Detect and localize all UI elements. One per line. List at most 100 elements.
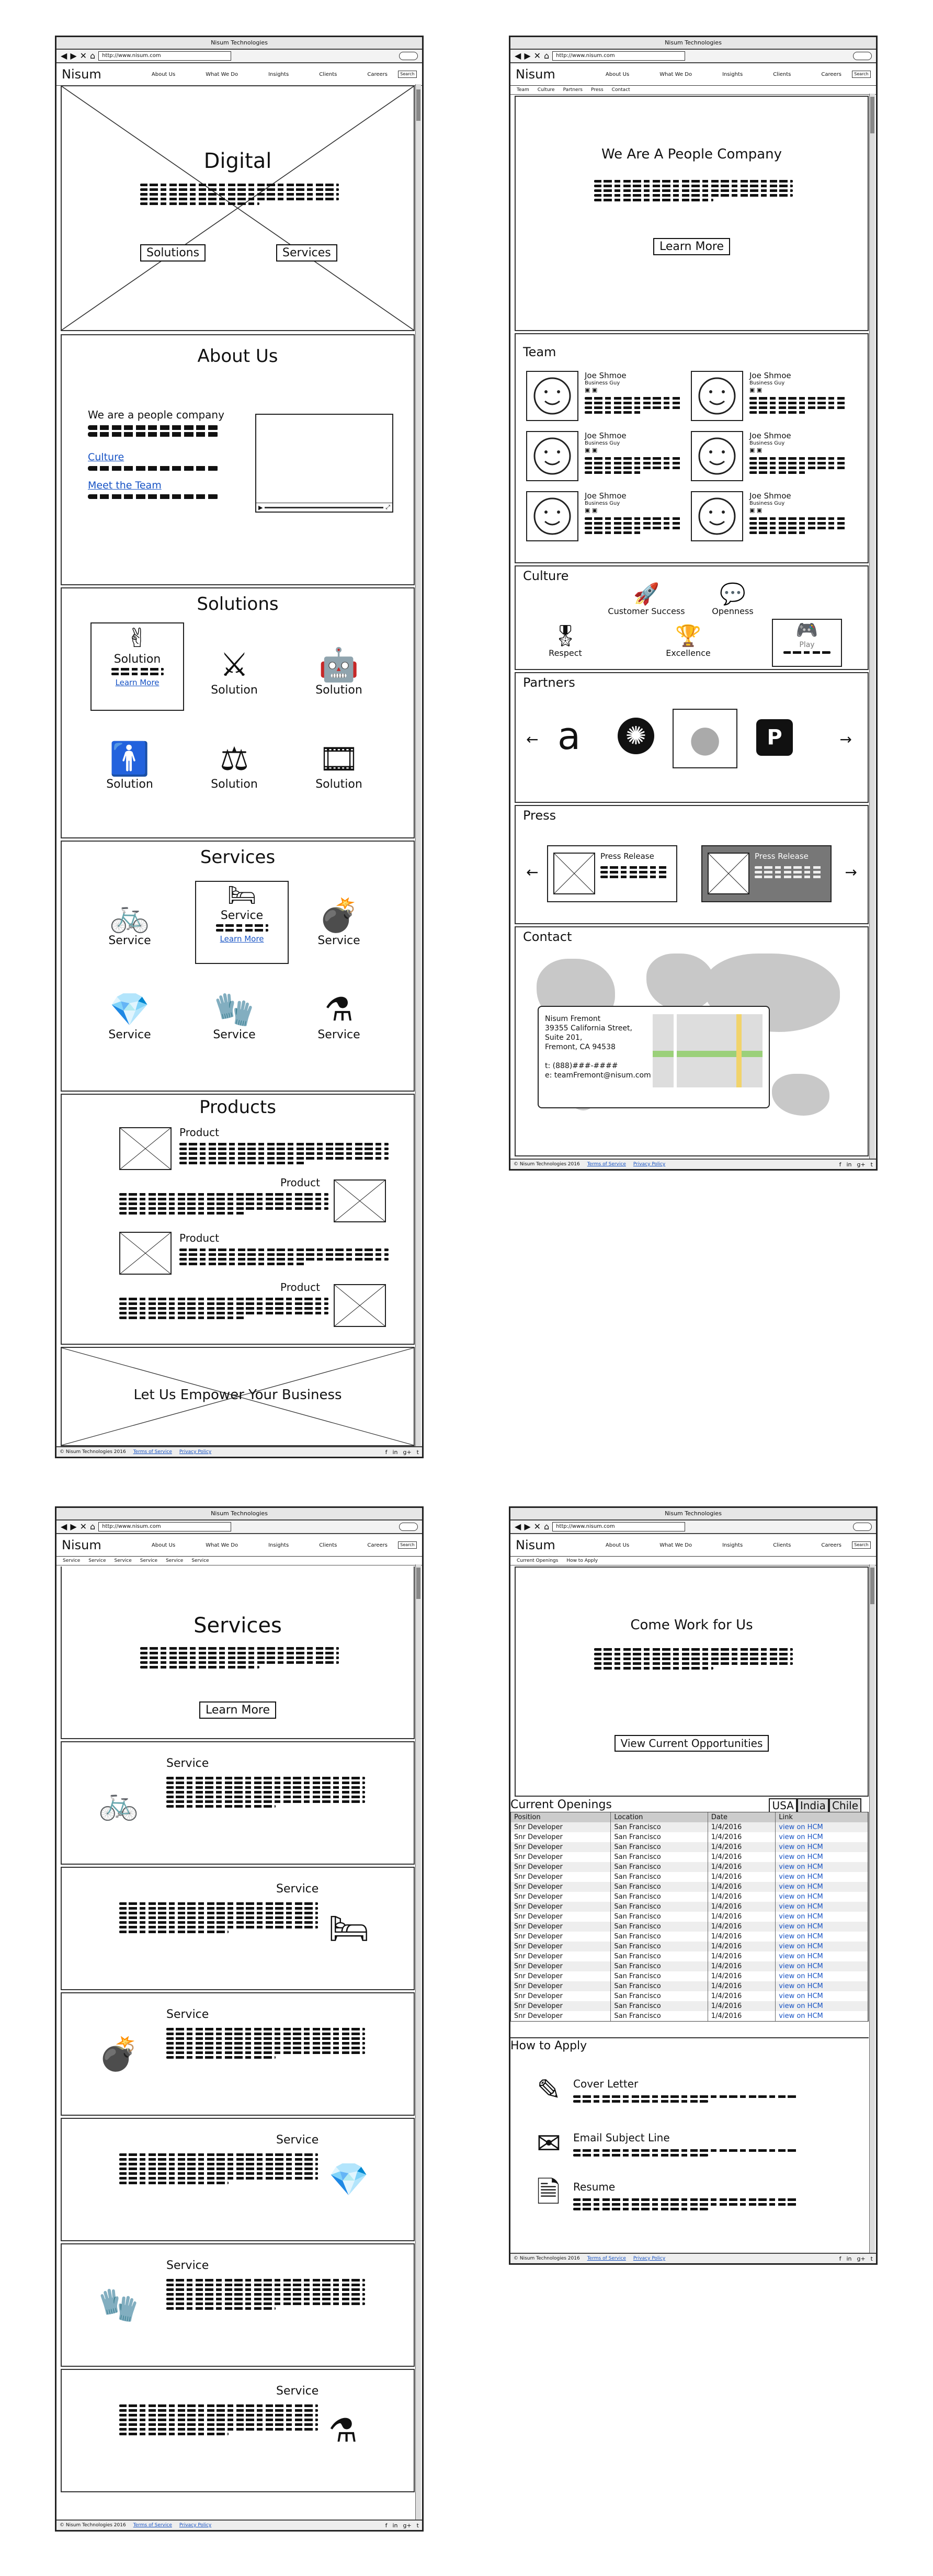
press-card-active[interactable]: Press Release	[701, 845, 832, 902]
twitter-icon[interactable]: ▣	[592, 507, 597, 514]
subnav-team[interactable]: Team	[517, 86, 529, 94]
terms-link[interactable]: Terms of Service	[133, 2523, 172, 2528]
service-item[interactable]: ⚗ Service	[300, 991, 378, 1042]
fullscreen-icon[interactable]: ⤢	[385, 504, 390, 511]
facebook-icon[interactable]: f	[385, 2522, 388, 2529]
linkedin-icon[interactable]: ▣	[749, 387, 755, 393]
privacy-link[interactable]: Privacy Policy	[633, 1162, 665, 1167]
service-learn-more-link[interactable]: Learn More	[220, 934, 264, 944]
solution-learn-more-link[interactable]: Learn More	[116, 678, 160, 687]
column-header[interactable]: Date	[708, 1812, 776, 1822]
culture-item[interactable]: 💬 Openness	[693, 582, 772, 616]
menu-item-clients[interactable]: Clients	[773, 1542, 791, 1548]
subnav-culture[interactable]: Culture	[538, 86, 555, 94]
cell-link[interactable]: view on HCM	[775, 1892, 868, 1902]
solution-item[interactable]: 🚹 Solution	[90, 740, 169, 791]
solution-item[interactable]: ⚖ Solution	[195, 740, 274, 791]
menu-item-clients[interactable]: Clients	[319, 72, 337, 77]
menu-item-what-we-do[interactable]: What We Do	[206, 72, 238, 77]
browser-search-field[interactable]	[399, 52, 418, 60]
linkedin-icon[interactable]: ▣	[585, 447, 590, 453]
linkedin-icon[interactable]: in	[846, 2255, 851, 2262]
menu-item-insights[interactable]: Insights	[722, 1542, 743, 1548]
terms-link[interactable]: Terms of Service	[133, 1449, 172, 1455]
solution-item[interactable]: 🤖 Solution	[300, 646, 378, 697]
culture-item[interactable]: 🎖 Respect	[526, 624, 605, 658]
subnav-service[interactable]: Service	[191, 1557, 209, 1565]
back-icon[interactable]: ◀	[61, 1523, 67, 1531]
table-row[interactable]: Snr Developer San Francisco 1/4/2016 view o…	[511, 1951, 868, 1961]
google-plus-icon[interactable]: g+	[857, 2255, 865, 2262]
close-icon[interactable]: ✕	[80, 52, 87, 60]
site-logo[interactable]: Nisum	[62, 67, 101, 82]
cell-link[interactable]: view on HCM	[775, 1862, 868, 1872]
tab-india[interactable]: India	[797, 1798, 829, 1813]
back-icon[interactable]: ◀	[515, 1523, 521, 1531]
linkedin-icon[interactable]: ▣	[585, 507, 590, 514]
cell-link[interactable]: view on HCM	[775, 1842, 868, 1852]
menu-item-about[interactable]: About Us	[606, 72, 629, 77]
table-row[interactable]: Snr Developer San Francisco 1/4/2016 view o…	[511, 1922, 868, 1932]
table-row[interactable]: Snr Developer San Francisco 1/4/2016 view o…	[511, 1981, 868, 1991]
google-plus-icon[interactable]: g+	[403, 2522, 411, 2529]
team-member[interactable]: Joe Shmoe Business Guy ▣ ▣	[526, 431, 683, 483]
google-plus-icon[interactable]: g+	[857, 1161, 865, 1168]
site-logo[interactable]: Nisum	[516, 1538, 555, 1552]
about-learn-more-button[interactable]: Learn More	[653, 238, 731, 255]
menu-item-about[interactable]: About Us	[606, 1542, 629, 1548]
press-card[interactable]: Press Release	[547, 845, 677, 902]
site-search-input[interactable]: Search	[852, 71, 871, 78]
privacy-link[interactable]: Privacy Policy	[179, 1449, 211, 1455]
terms-link[interactable]: Terms of Service	[587, 1162, 626, 1167]
empire-logo[interactable]: ✺	[618, 718, 654, 754]
home-icon[interactable]: ⌂	[90, 1523, 95, 1531]
tab-usa[interactable]: USA	[769, 1798, 797, 1813]
home-icon[interactable]: ⌂	[544, 52, 549, 60]
carousel-prev-icon[interactable]: ←	[526, 731, 538, 748]
table-row[interactable]: Snr Developer San Francisco 1/4/2016 view o…	[511, 1902, 868, 1912]
twitter-icon[interactable]: ▣	[592, 447, 597, 453]
apple-logo[interactable]: ●	[673, 709, 737, 768]
menu-item-what-we-do[interactable]: What We Do	[659, 72, 692, 77]
url-field[interactable]: http://www.nisum.com	[98, 51, 232, 61]
menu-item-careers[interactable]: Careers	[367, 72, 388, 77]
service-item[interactable]: 💣 Service	[300, 897, 378, 948]
back-icon[interactable]: ◀	[515, 52, 521, 60]
twitter-icon[interactable]: t	[417, 2522, 419, 2529]
table-row[interactable]: Snr Developer San Francisco 1/4/2016 view o…	[511, 1912, 868, 1922]
menu-item-clients[interactable]: Clients	[319, 1542, 337, 1548]
scrollbar[interactable]	[869, 1564, 875, 2253]
table-row[interactable]: Snr Developer San Francisco 1/4/2016 view o…	[511, 1932, 868, 1942]
menu-item-insights[interactable]: Insights	[722, 72, 743, 77]
site-search-input[interactable]: Search	[398, 1541, 417, 1549]
table-row[interactable]: Snr Developer San Francisco 1/4/2016 view o…	[511, 1991, 868, 2001]
url-field[interactable]: http://www.nisum.com	[98, 1522, 232, 1531]
culture-item[interactable]: 🏆 Excellence	[649, 624, 727, 658]
url-field[interactable]: http://www.nisum.com	[552, 1522, 686, 1531]
close-icon[interactable]: ✕	[534, 52, 541, 60]
pd-logo[interactable]: P	[756, 719, 793, 756]
service-item[interactable]: 🚲 Service	[90, 897, 169, 948]
menu-item-about[interactable]: About Us	[152, 72, 175, 77]
menu-item-clients[interactable]: Clients	[773, 72, 791, 77]
cell-link[interactable]: view on HCM	[775, 1822, 868, 1832]
subnav-current-openings[interactable]: Current Openings	[517, 1557, 558, 1565]
cell-link[interactable]: view on HCM	[775, 1852, 868, 1862]
location-map[interactable]	[653, 1014, 763, 1087]
close-icon[interactable]: ✕	[80, 1523, 87, 1531]
column-header[interactable]: Location	[610, 1812, 708, 1822]
team-member[interactable]: Joe Shmoe Business Guy ▣ ▣	[526, 491, 683, 543]
menu-item-what-we-do[interactable]: What We Do	[659, 1542, 692, 1548]
forward-icon[interactable]: ▶	[70, 1523, 76, 1531]
culture-item[interactable]: 🚀 Customer Success	[607, 582, 686, 616]
url-field[interactable]: http://www.nisum.com	[552, 51, 686, 61]
play-icon[interactable]: ▶	[258, 504, 263, 511]
solution-item[interactable]: ⚔ Solution	[195, 646, 274, 697]
contact-email[interactable]: e: teamFremont@nisum.com	[545, 1071, 651, 1080]
solution-item[interactable]: 🎞 Solution	[300, 740, 378, 791]
table-row[interactable]: Snr Developer San Francisco 1/4/2016 view o…	[511, 1862, 868, 1872]
menu-item-about[interactable]: About Us	[152, 1542, 175, 1548]
facebook-icon[interactable]: f	[385, 1449, 388, 1456]
team-member[interactable]: Joe Shmoe Business Guy ▣ ▣	[691, 431, 848, 483]
table-row[interactable]: Snr Developer San Francisco 1/4/2016 view o…	[511, 1822, 868, 1832]
